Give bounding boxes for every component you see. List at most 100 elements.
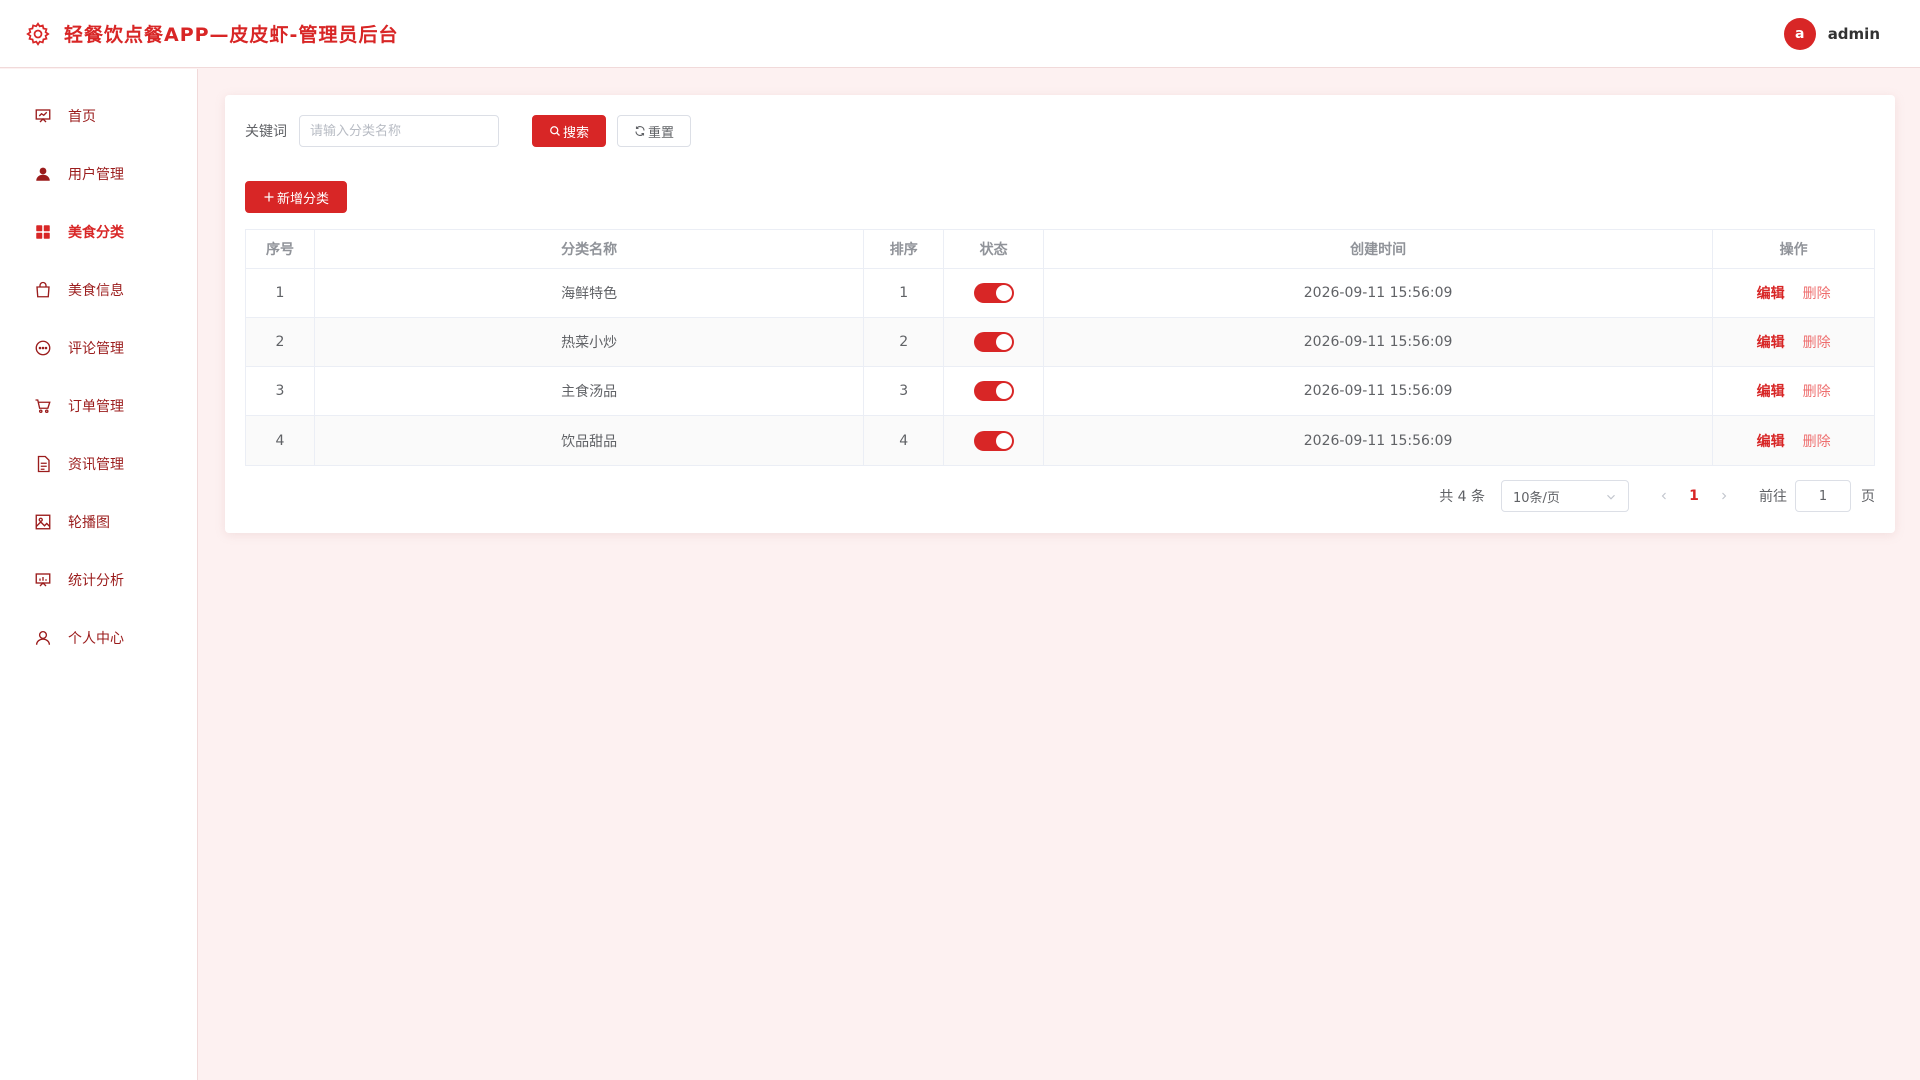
sidebar-item-statistics[interactable]: 统计分析: [0, 551, 198, 609]
person-icon: [34, 629, 52, 647]
sidebar-item-label: 资讯管理: [68, 457, 124, 473]
column-header-created: 创建时间: [1044, 230, 1714, 268]
row-index: 4: [246, 416, 315, 465]
next-page-button[interactable]: [1709, 480, 1739, 512]
image-icon: [34, 513, 52, 531]
row-actions: 编辑 删除: [1713, 367, 1874, 415]
delete-button[interactable]: 删除: [1803, 431, 1831, 451]
status-toggle[interactable]: [973, 283, 1014, 303]
chevron-left-icon: [1661, 492, 1666, 500]
comment-icon: [34, 339, 52, 357]
table-header-row: 序号 分类名称 排序 状态 创建时间 操作: [246, 230, 1874, 269]
delete-button[interactable]: 删除: [1803, 381, 1831, 401]
row-status-cell: [944, 416, 1045, 465]
pagination-total: 共 4 条: [1439, 489, 1485, 505]
row-sort: 1: [864, 269, 945, 317]
table-row: 3 主食汤品 3 2026-09-11 15:56:09 编辑 删除: [246, 367, 1874, 416]
user-menu[interactable]: a admin: [1783, 18, 1880, 50]
row-status-cell: [944, 318, 1045, 366]
edit-button[interactable]: 编辑: [1757, 381, 1785, 401]
top-header: 轻餐饮点餐APP—皮皮虾-管理员后台 a admin: [0, 0, 1920, 68]
table-row: 2 热菜小炒 2 2026-09-11 15:56:09 编辑 删除: [246, 318, 1874, 367]
avatar[interactable]: a: [1783, 18, 1816, 50]
sidebar-item-label: 美食信息: [68, 283, 124, 299]
row-actions: 编辑 删除: [1713, 416, 1874, 465]
row-created: 2026-09-11 15:56:09: [1044, 318, 1714, 366]
sidebar-item-label: 个人中心: [68, 631, 124, 647]
sidebar-item-comments[interactable]: 评论管理: [0, 319, 198, 377]
reset-button-label: 重置: [647, 125, 674, 141]
refresh-icon: [635, 126, 645, 136]
prev-page-button[interactable]: [1649, 480, 1679, 512]
sidebar-item-orders[interactable]: 订单管理: [0, 377, 198, 435]
chevron-right-icon: [1722, 492, 1727, 500]
page-jump-input[interactable]: [1795, 480, 1851, 512]
add-category-label: 新增分类: [276, 191, 329, 207]
sidebar-item-label: 评论管理: [68, 341, 124, 357]
delete-button[interactable]: 删除: [1803, 332, 1831, 352]
sidebar: 首页 用户管理 美食分类 美食信息 评论管理 订单管理 资讯管理 轮播图 统计分…: [0, 69, 198, 1080]
goto-label: 前往: [1759, 489, 1787, 505]
pagination: 共 4 条 10条/页 1 前往 页: [1439, 480, 1875, 512]
sidebar-item-home[interactable]: 首页: [0, 87, 198, 145]
sidebar-item-food-info[interactable]: 美食信息: [0, 261, 198, 319]
column-header-actions: 操作: [1779, 242, 1808, 258]
gear-icon: [25, 21, 51, 47]
category-table: 序号 分类名称 排序 状态 创建时间 操作 1 海鲜特色 1 2026-09-1…: [245, 229, 1875, 466]
sidebar-item-news[interactable]: 资讯管理: [0, 435, 198, 493]
row-status-cell: [944, 367, 1045, 415]
search-button[interactable]: 搜索: [532, 115, 606, 147]
sidebar-item-label: 订单管理: [68, 399, 124, 415]
grid-icon: [34, 223, 52, 241]
column-header-index: 序号: [246, 230, 315, 268]
row-status-cell: [944, 269, 1045, 317]
search-input[interactable]: [299, 115, 499, 147]
row-created: 2026-09-11 15:56:09: [1044, 269, 1714, 317]
row-sort: 3: [864, 367, 945, 415]
sidebar-item-carousel[interactable]: 轮播图: [0, 493, 198, 551]
document-icon: [34, 455, 52, 473]
row-actions: 编辑 删除: [1713, 318, 1874, 366]
add-category-button[interactable]: 新增分类: [245, 181, 347, 213]
page-size-select[interactable]: 10条/页: [1501, 480, 1629, 512]
status-toggle[interactable]: [973, 430, 1014, 451]
sidebar-item-label: 轮播图: [68, 515, 110, 531]
column-header-name: 分类名称: [315, 230, 865, 268]
column-header-sort: 排序: [864, 230, 945, 268]
status-toggle[interactable]: [973, 332, 1014, 352]
table-row: 1 海鲜特色 1 2026-09-11 15:56:09 编辑 删除: [246, 269, 1874, 318]
username[interactable]: admin: [1828, 25, 1880, 43]
sidebar-item-food-category[interactable]: 美食分类: [0, 203, 198, 261]
sidebar-item-label: 美食分类: [68, 225, 124, 241]
plus-icon: [264, 192, 274, 202]
chevron-down-icon: [1607, 494, 1615, 500]
app-title: 轻餐饮点餐APP—皮皮虾-管理员后台: [64, 24, 399, 46]
edit-button[interactable]: 编辑: [1757, 332, 1785, 352]
column-header-status: 状态: [944, 230, 1045, 268]
status-toggle[interactable]: [973, 381, 1014, 401]
page-suffix: 页: [1861, 489, 1875, 505]
row-index: 2: [246, 318, 315, 366]
user-icon: [34, 165, 52, 183]
sidebar-item-label: 首页: [68, 109, 96, 125]
sidebar-item-users[interactable]: 用户管理: [0, 145, 198, 203]
sidebar-item-label: 统计分析: [68, 573, 124, 589]
row-index: 1: [246, 269, 315, 317]
bag-icon: [34, 281, 52, 299]
page-number-current[interactable]: 1: [1679, 480, 1709, 512]
dashboard-icon: [34, 107, 52, 125]
sidebar-item-label: 用户管理: [68, 167, 124, 183]
table-row: 4 饮品甜品 4 2026-09-11 15:56:09 编辑 删除: [246, 416, 1874, 465]
edit-button[interactable]: 编辑: [1757, 431, 1785, 451]
edit-button[interactable]: 编辑: [1757, 283, 1785, 303]
row-sort: 4: [864, 416, 945, 465]
row-name: 饮品甜品: [315, 416, 865, 465]
cart-icon: [34, 397, 52, 415]
sidebar-item-profile[interactable]: 个人中心: [0, 609, 198, 667]
search-button-label: 搜索: [562, 125, 589, 141]
keyword-label: 关键词: [245, 124, 287, 140]
reset-button[interactable]: 重置: [617, 115, 691, 147]
search-bar: 关键词 搜索 重置: [245, 115, 745, 147]
delete-button[interactable]: 删除: [1803, 283, 1831, 303]
chart-icon: [34, 571, 52, 589]
